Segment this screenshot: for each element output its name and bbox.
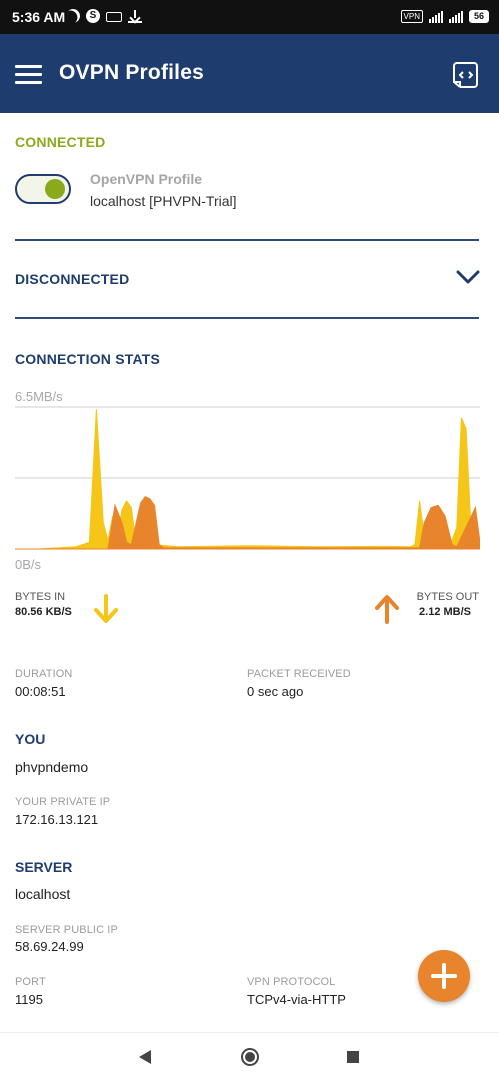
toggle-knob bbox=[45, 179, 65, 199]
chart-series-area-0 bbox=[15, 409, 480, 550]
moon-icon bbox=[63, 6, 82, 25]
private-ip-label: YOUR PRIVATE IP bbox=[15, 796, 111, 808]
app-bar: OVPN Profiles bbox=[0, 34, 499, 113]
duration-label: DURATION bbox=[15, 668, 73, 680]
home-icon[interactable] bbox=[241, 1048, 259, 1066]
vpn-connection-toggle[interactable] bbox=[15, 174, 71, 204]
bytes-in-label: BYTES IN bbox=[15, 591, 66, 603]
vpn-protocol-label: VPN PROTOCOL bbox=[247, 976, 336, 988]
private-ip-value: 172.16.13.121 bbox=[15, 812, 99, 827]
back-icon[interactable] bbox=[138, 1049, 152, 1065]
server-public-ip-label: SERVER PUBLIC IP bbox=[15, 924, 118, 936]
battery-icon: 56 bbox=[468, 10, 489, 23]
bytes-in-value: 80.56 KB/S bbox=[15, 606, 72, 618]
connection-stats-label: CONNECTION STATS bbox=[15, 351, 161, 367]
server-public-ip-value: 58.69.24.99 bbox=[15, 939, 84, 954]
connection-stats-chart: 6.5MB/s 0B/s bbox=[15, 385, 480, 575]
divider bbox=[15, 317, 479, 319]
vpn-badge-icon: VPN bbox=[400, 10, 423, 23]
bytes-out-label: BYTES OUT bbox=[416, 591, 479, 603]
duration-value: 00:08:51 bbox=[15, 684, 66, 699]
import-profile-icon[interactable] bbox=[452, 60, 480, 90]
packet-received-label: PACKET RECEIVED bbox=[247, 668, 351, 680]
arrow-down-icon bbox=[94, 594, 118, 623]
port-value: 1195 bbox=[15, 992, 43, 1007]
hamburger-menu-icon[interactable] bbox=[15, 65, 42, 85]
divider bbox=[15, 239, 479, 241]
system-nav-bar bbox=[0, 1032, 499, 1080]
chart-series-area-1 bbox=[15, 495, 480, 550]
connected-section-label: CONNECTED bbox=[15, 134, 106, 150]
y-max-label: 6.5MB/s bbox=[15, 389, 63, 404]
status-time: 5:36 AM bbox=[12, 9, 66, 25]
you-section-label: YOU bbox=[15, 731, 46, 747]
chart-series-layer bbox=[15, 409, 480, 550]
page-title: OVPN Profiles bbox=[59, 61, 204, 84]
arrow-up-icon bbox=[375, 595, 399, 624]
y-min-label: 0B/s bbox=[15, 557, 42, 572]
status-system-icons: VPN 56 bbox=[400, 10, 489, 23]
chart-svg: 6.5MB/s 0B/s bbox=[15, 389, 480, 572]
download-icon bbox=[128, 9, 142, 23]
signal-4g-icon bbox=[428, 10, 443, 23]
packet-received-value: 0 sec ago bbox=[247, 684, 304, 699]
server-section-label: SERVER bbox=[15, 859, 73, 875]
skype-icon: S bbox=[86, 9, 100, 23]
chevron-down-icon[interactable] bbox=[455, 268, 481, 286]
vpn-protocol-value: TCPv4-via-HTTP bbox=[247, 992, 346, 1007]
server-name-value: localhost bbox=[15, 886, 71, 902]
profile-name: OpenVPN Profile bbox=[90, 171, 203, 187]
recent-apps-icon[interactable] bbox=[347, 1051, 359, 1063]
signal-icon bbox=[448, 10, 463, 23]
status-notification-icons: S bbox=[66, 9, 142, 23]
username-value: phvpndemo bbox=[15, 759, 89, 775]
profile-host: localhost [PHVPN-Trial] bbox=[90, 193, 237, 209]
port-label: PORT bbox=[15, 976, 46, 988]
keyboard-icon bbox=[106, 12, 122, 22]
bytes-out-value: 2.12 MB/S bbox=[419, 606, 471, 618]
status-bar: 5:36 AM S VPN 56 bbox=[0, 0, 499, 34]
disconnected-section-header[interactable]: DISCONNECTED bbox=[15, 271, 129, 287]
add-profile-button[interactable] bbox=[418, 950, 470, 1002]
